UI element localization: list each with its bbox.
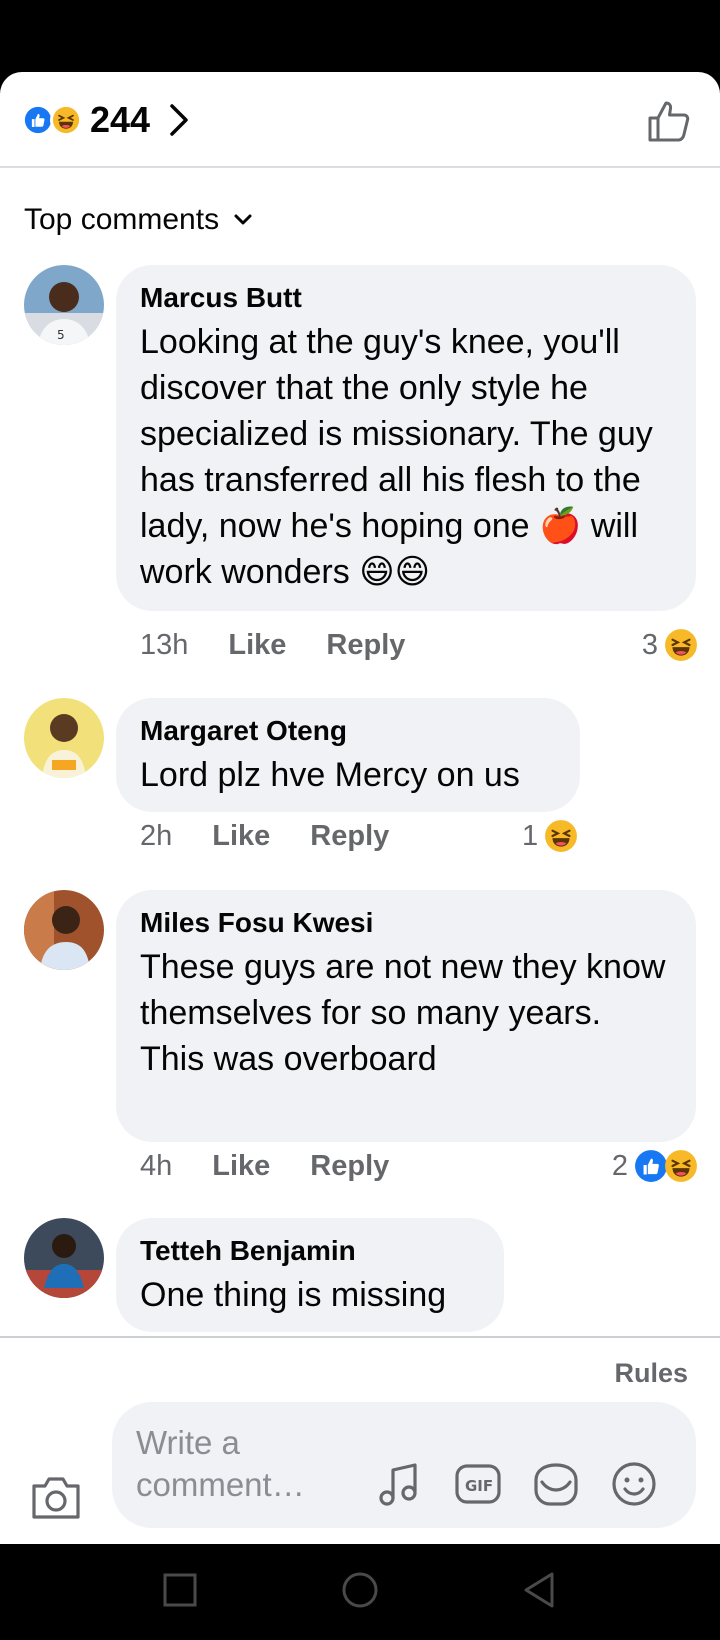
back-icon[interactable]	[520, 1570, 560, 1610]
comment-reaction-count: 3	[641, 628, 658, 661]
sort-label: Top comments	[24, 203, 220, 236]
comment-composer: Write a comment… GIF	[0, 1402, 720, 1544]
comment-author[interactable]: Miles Fosu Kwesi	[140, 906, 672, 940]
comment-text: Lord plz hve Mercy on us	[140, 756, 520, 794]
comment-reactions[interactable]: 1	[522, 816, 578, 856]
comment-bubble[interactable]: Marcus Butt Looking at the guy's knee, y…	[116, 265, 696, 611]
recents-icon[interactable]	[160, 1570, 200, 1610]
reaction-count: 244	[90, 99, 151, 140]
comment-text: Looking at the guy's knee, you'll discov…	[140, 323, 653, 591]
comment-author[interactable]: Tetteh Benjamin	[140, 1234, 480, 1268]
haha-icon	[545, 820, 578, 852]
reactions-header: 244	[0, 72, 720, 168]
emoji-icon[interactable]	[610, 1460, 658, 1508]
reply-button[interactable]: Reply	[326, 629, 405, 662]
comment-timestamp[interactable]: 4h	[140, 1150, 172, 1183]
sort-dropdown[interactable]: Top comments	[24, 200, 253, 240]
comment-text: These guys are not new they know themsel…	[140, 948, 666, 1078]
avatar[interactable]	[24, 698, 104, 778]
system-nav-bar	[0, 1544, 720, 1640]
like-outline-icon[interactable]	[646, 98, 692, 144]
reaction-summary[interactable]: 244	[22, 98, 190, 142]
like-button[interactable]: Like	[228, 629, 286, 662]
svg-text:GIF: GIF	[465, 1477, 493, 1495]
comment-author[interactable]: Marcus Butt	[140, 281, 672, 315]
camera-icon[interactable]	[30, 1474, 82, 1520]
sticker-icon[interactable]	[532, 1460, 580, 1508]
avatar[interactable]: 5	[24, 265, 104, 345]
comment-reactions[interactable]: 3	[642, 625, 698, 665]
comment-reaction-count: 1	[522, 819, 539, 852]
like-icon	[635, 1150, 667, 1182]
comment-author[interactable]: Margaret Oteng	[140, 714, 556, 748]
haha-icon	[50, 104, 82, 136]
gif-icon[interactable]: GIF	[454, 1460, 502, 1508]
like-button[interactable]: Like	[212, 1150, 270, 1183]
reply-button[interactable]: Reply	[310, 820, 389, 853]
avatar[interactable]	[24, 1218, 104, 1298]
rules-link[interactable]: Rules	[614, 1358, 688, 1389]
composer-divider	[0, 1336, 720, 1338]
chevron-right-icon	[170, 104, 188, 136]
reaction-icons	[22, 104, 82, 136]
comments-sheet: 244 Top comments 5 Marcus Butt Looking a…	[0, 72, 720, 1544]
haha-icon	[665, 629, 697, 661]
home-icon[interactable]	[340, 1570, 380, 1610]
reply-button[interactable]: Reply	[310, 1150, 389, 1183]
comment-placeholder: Write a comment…	[136, 1424, 305, 1503]
avatar[interactable]	[24, 890, 104, 970]
comment-text: One thing is missing	[140, 1276, 447, 1314]
comment-actions: 13h Like Reply	[140, 625, 405, 665]
comment-reaction-count: 2	[611, 1149, 628, 1182]
music-icon[interactable]	[376, 1460, 424, 1508]
comment-reactions[interactable]: 2	[612, 1146, 698, 1186]
svg-text:5: 5	[57, 328, 65, 342]
comment-actions: 4h Like Reply	[140, 1146, 389, 1186]
comment-actions: 2h Like Reply	[140, 816, 389, 856]
comment-input[interactable]: Write a comment… GIF	[112, 1402, 696, 1528]
comment-bubble[interactable]: Miles Fosu Kwesi These guys are not new …	[116, 890, 696, 1142]
comment-timestamp[interactable]: 13h	[140, 629, 188, 662]
comment-timestamp[interactable]: 2h	[140, 820, 172, 853]
comment-bubble[interactable]: Tetteh Benjamin One thing is missing	[116, 1218, 504, 1332]
comment-bubble[interactable]: Margaret Oteng Lord plz hve Mercy on us	[116, 698, 580, 812]
haha-icon	[665, 1150, 697, 1182]
like-button[interactable]: Like	[212, 820, 270, 853]
chevron-down-icon	[234, 214, 252, 225]
